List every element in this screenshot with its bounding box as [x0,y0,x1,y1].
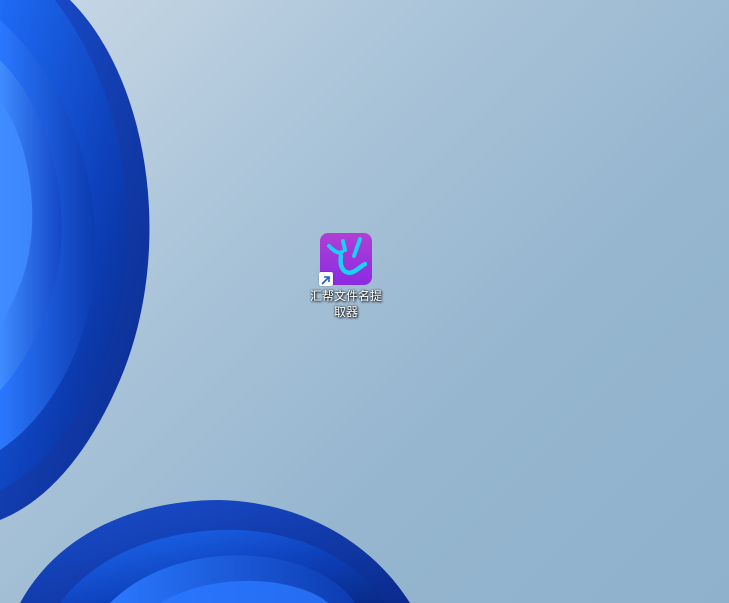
desktop-icon-app[interactable]: 汇帮文件名提取器 [310,232,382,320]
desktop-icon-label: 汇帮文件名提取器 [310,289,383,319]
desktop[interactable]: 汇帮文件名提取器 [0,0,729,603]
app-icon [319,232,373,286]
shortcut-arrow-icon [319,272,333,286]
